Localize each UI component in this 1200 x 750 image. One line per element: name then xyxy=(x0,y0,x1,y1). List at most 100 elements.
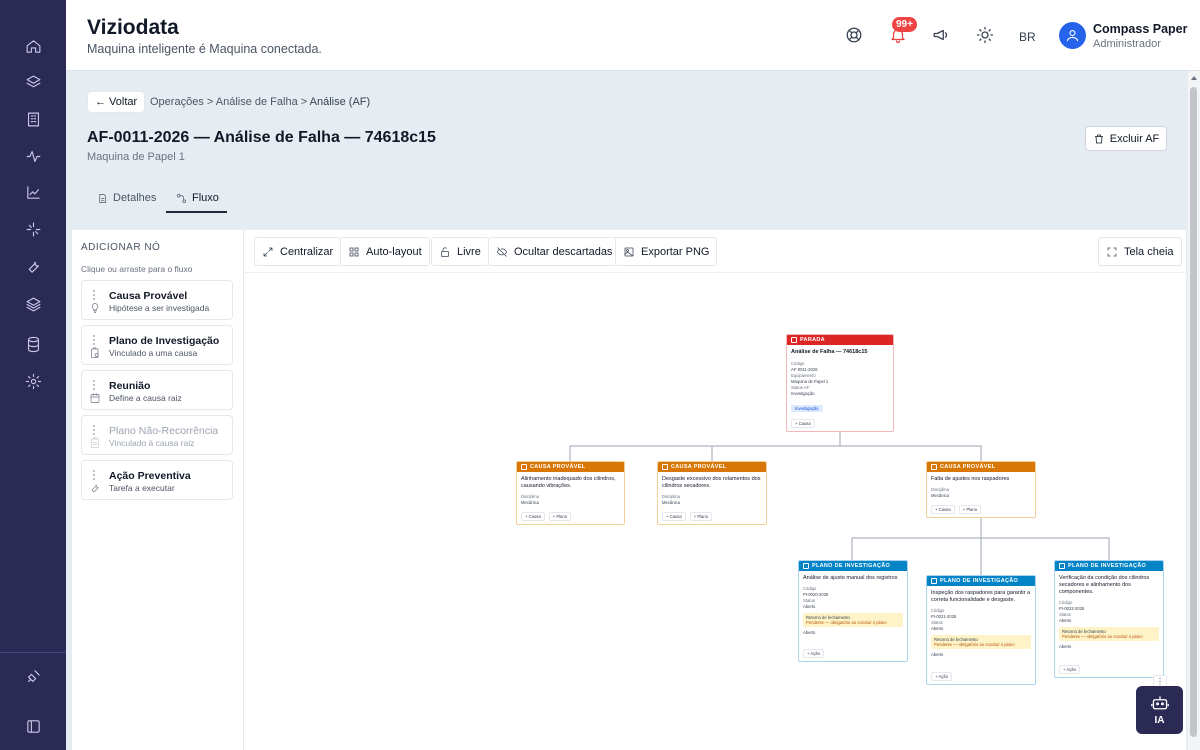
delete-af-button[interactable]: Excluir AF xyxy=(1085,126,1167,151)
clipboard-search-icon xyxy=(931,578,937,584)
tab-fluxo[interactable]: Fluxo xyxy=(176,192,219,204)
add-causa-button[interactable]: + Causa xyxy=(791,419,815,428)
scroll-thumb[interactable] xyxy=(1190,87,1197,737)
node-title: Verificação da condição dos cilindros se… xyxy=(1059,575,1150,595)
node-badge: PLANO DE INVESTIGAÇÃO xyxy=(812,563,891,569)
add-causa-button[interactable]: + Causa xyxy=(521,512,545,521)
wrench-icon xyxy=(89,481,102,494)
node-header: PLANO DE INVESTIGAÇÃO xyxy=(1055,561,1163,571)
node-badge: CAUSA PROVÁVEL xyxy=(671,464,727,470)
add-acao-button[interactable]: + Ação xyxy=(931,672,952,681)
node-title: Alinhamento inadequado dos cilindros, ca… xyxy=(521,476,616,489)
node-title: Análise de ajuste manual dos registros xyxy=(803,575,898,581)
palette-item-title: Reunião xyxy=(109,380,151,392)
sparkle-icon[interactable] xyxy=(21,217,45,241)
warning-text: Pendente — obrigatório ao concluir o pla… xyxy=(806,620,887,625)
building-icon[interactable] xyxy=(21,107,45,131)
node-meta-value: Investigação xyxy=(791,391,815,396)
flow-icon xyxy=(177,193,186,203)
status-badge: Investigação xyxy=(791,405,823,412)
trash-icon xyxy=(1094,134,1103,143)
palette-item-reuniao[interactable]: Reunião Define a causa raiz xyxy=(81,370,233,410)
closure-warning: Retorno de fechamento Pendente — obrigató… xyxy=(1059,627,1159,641)
scroll-up-icon[interactable] xyxy=(1191,76,1197,80)
flow-node-causa[interactable]: CAUSA PROVÁVEL Alinhamento inadequado do… xyxy=(516,461,625,525)
drag-handle-icon[interactable] xyxy=(92,379,96,391)
palette-item-plano-investigacao[interactable]: Plano de Investigação Vinculado a uma ca… xyxy=(81,325,233,365)
node-badge: PLANO DE INVESTIGAÇÃO xyxy=(940,578,1019,584)
settings-icon[interactable] xyxy=(21,369,45,393)
palette-item-causa[interactable]: Causa Provável Hipótese a ser investigad… xyxy=(81,280,233,320)
node-meta-value: Mecânica xyxy=(662,500,680,505)
warning-text: Pendente — obrigatório ao concluir o pla… xyxy=(934,642,1015,647)
palette-item-title: Ação Preventiva xyxy=(109,470,191,482)
edge-root-causa3 xyxy=(840,445,982,461)
back-button[interactable]: ← Voltar xyxy=(87,91,146,113)
calendar-icon xyxy=(89,391,102,404)
user-name[interactable]: Compass Paper xyxy=(1093,22,1187,36)
drag-handle-icon xyxy=(92,424,96,436)
ai-assistant-button[interactable]: IA xyxy=(1136,686,1183,734)
flow-node-plano[interactable]: PLANO DE INVESTIGAÇÃO Análise de ajuste … xyxy=(798,560,908,662)
breadcrumb-item[interactable]: Operações xyxy=(150,96,204,108)
sidebar-toggle-icon[interactable] xyxy=(21,714,45,738)
drag-handle-icon[interactable] xyxy=(92,289,96,301)
home-icon[interactable] xyxy=(21,34,45,58)
megaphone-icon[interactable] xyxy=(930,24,952,46)
tab-label: Detalhes xyxy=(113,192,157,204)
plug-icon[interactable] xyxy=(21,664,45,688)
page-scrollbar[interactable] xyxy=(1188,71,1200,750)
add-acao-button[interactable]: + Ação xyxy=(1059,665,1080,674)
add-acao-button[interactable]: + Ação xyxy=(803,649,824,658)
add-plano-button[interactable]: + Plano xyxy=(548,512,572,521)
left-nav-rail xyxy=(0,0,66,750)
brand-tagline: Maquina inteligente é Maquina conectada. xyxy=(87,42,322,56)
activity-icon[interactable] xyxy=(21,144,45,168)
flow-node-plano[interactable]: PLANO DE INVESTIGAÇÃO Inspeção dos raspa… xyxy=(926,575,1036,685)
node-header: CAUSA PROVÁVEL xyxy=(517,462,624,472)
node-badge: PLANO DE INVESTIGAÇÃO xyxy=(1068,563,1147,569)
add-causa-button[interactable]: + Causa xyxy=(931,505,955,514)
delete-af-label: Excluir AF xyxy=(1109,132,1160,145)
flow-node-plano[interactable]: PLANO DE INVESTIGAÇÃO Verificação da con… xyxy=(1054,560,1164,678)
drag-handle-icon[interactable] xyxy=(92,469,96,481)
status-badge: Aberto xyxy=(803,630,816,635)
closure-warning: Retorno de fechamento Pendente — obrigató… xyxy=(931,635,1031,649)
stack-icon[interactable] xyxy=(21,292,45,316)
palette-item-acao-preventiva[interactable]: Ação Preventiva Tarefa a executar xyxy=(81,460,233,500)
layers-icon[interactable] xyxy=(21,70,45,94)
flow-node-parada[interactable]: PARADA Análise de Falha — 74618c15 Códig… xyxy=(786,334,894,432)
flow-node-causa[interactable]: CAUSA PROVÁVEL Falta de ajustes nos rasp… xyxy=(926,461,1036,518)
palette-item-desc: Vinculado à causa raiz xyxy=(109,438,195,448)
node-header: CAUSA PROVÁVEL xyxy=(927,462,1035,472)
drag-handle-icon[interactable] xyxy=(92,334,96,346)
robot-icon xyxy=(1150,696,1169,710)
sun-icon[interactable] xyxy=(974,24,996,46)
language-selector[interactable]: BR xyxy=(1019,30,1036,44)
tab-detalhes[interactable]: Detalhes xyxy=(97,192,156,204)
node-meta-value: Aberto xyxy=(1059,618,1072,623)
add-plano-button[interactable]: + Plano xyxy=(689,512,713,521)
node-actions: + Causa + Plano xyxy=(521,512,572,521)
page-subtitle: Maquina de Papel 1 xyxy=(87,151,185,163)
flow-canvas[interactable]: Centralizar Auto-layout Livre Ocultar de… xyxy=(244,230,1186,750)
node-actions: + Causa + Plano xyxy=(931,505,982,514)
add-plano-button[interactable]: + Plano xyxy=(958,505,982,514)
breadcrumb-item[interactable]: Análise de Falha xyxy=(216,96,298,108)
add-causa-button[interactable]: + Causa xyxy=(662,512,686,521)
status-badge: Aberto xyxy=(931,652,944,657)
node-meta-value: Aberto xyxy=(931,626,944,631)
node-title: Desgaste excessivo dos rolamentos dos ci… xyxy=(662,476,761,489)
palette-item-title: Plano Não-Recorrência xyxy=(109,425,219,437)
chart-icon[interactable] xyxy=(21,180,45,204)
node-meta-value: Aberto xyxy=(803,604,816,609)
palette-item-desc: Vinculado a uma causa xyxy=(109,348,198,358)
palette-item-plano-nao-recorrencia: Plano Não-Recorrência Vinculado à causa … xyxy=(81,415,233,455)
database-icon[interactable] xyxy=(21,332,45,356)
support-icon[interactable] xyxy=(843,24,865,46)
node-badge: PARADA xyxy=(800,337,825,343)
user-role: Administrador xyxy=(1093,38,1161,50)
flow-node-causa[interactable]: CAUSA PROVÁVEL Desgaste excessivo dos ro… xyxy=(657,461,767,525)
wrench-icon[interactable] xyxy=(21,254,45,278)
avatar[interactable] xyxy=(1059,22,1086,49)
